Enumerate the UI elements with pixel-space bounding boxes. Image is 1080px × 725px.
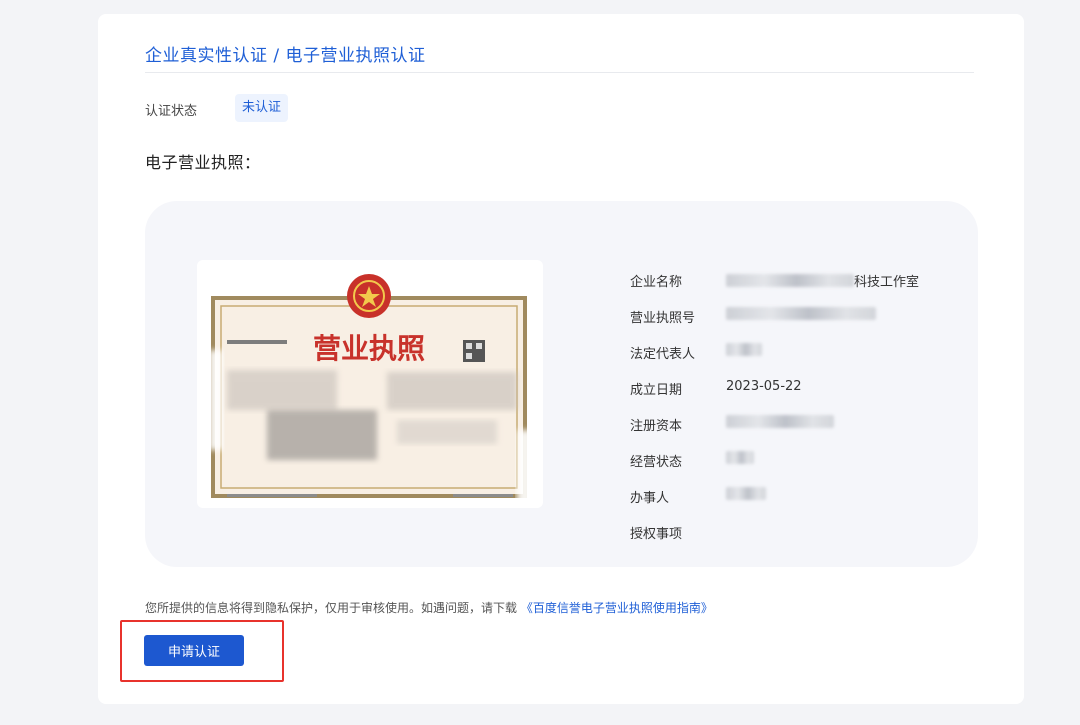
field-company-name: 企业名称 科技工作室 [630,271,950,307]
field-value [726,343,762,356]
field-value: 科技工作室 [726,271,919,290]
field-value-text: 科技工作室 [854,275,920,290]
guide-download-link[interactable]: 《百度信誉电子营业执照使用指南》 [521,601,713,615]
field-label: 法定代表人 [630,347,696,362]
field-label: 企业名称 [630,275,683,290]
field-authorized-items: 授权事项 [630,523,950,559]
field-legal-representative: 法定代表人 [630,343,950,379]
redacted-text [726,451,754,464]
field-label: 营业执照号 [630,311,696,326]
redacted-text [726,274,854,287]
field-value [726,487,766,500]
field-label: 经营状态 [630,455,683,470]
business-license-image: 营业执照 [197,260,543,508]
field-license-number: 营业执照号 [630,307,950,343]
field-registered-capital: 注册资本 [630,415,950,451]
field-label: 授权事项 [630,527,683,542]
redacted-text [726,487,766,500]
status-badge: 未认证 [235,94,289,122]
field-value [726,307,876,320]
field-business-status: 经营状态 [630,451,950,487]
business-license-graphic: 营业执照 [209,274,533,508]
divider [145,72,974,73]
redacted-text [726,415,834,428]
license-info-panel: 营业执照 企业名称 科技工作室 营业执照号 法定代表人 成立日期 2023-05… [145,201,978,567]
privacy-note: 您所提供的信息将得到隐私保护，仅用于审核使用。如遇问题，请下载 《百度信誉电子营… [145,599,713,616]
field-label: 注册资本 [630,419,683,434]
field-establish-date: 成立日期 2023-05-22 [630,379,950,415]
auth-card: 企业真实性认证 / 电子营业执照认证 认证状态 未认证 电子营业执照： 营业执照 [98,14,1024,704]
redacted-text [726,343,762,356]
field-value [726,415,834,428]
status-label: 认证状态 [145,104,198,119]
privacy-text: 您所提供的信息将得到隐私保护，仅用于审核使用。如遇问题，请下载 [145,601,518,615]
field-label: 成立日期 [630,383,683,398]
license-title: 营业执照 [313,332,425,365]
field-value [726,451,754,464]
apply-certification-button[interactable]: 申请认证 [144,635,244,666]
section-title: 电子营业执照： [145,153,261,172]
redacted-text [726,307,876,320]
breadcrumb: 企业真实性认证 / 电子营业执照认证 [145,46,426,66]
field-label: 办事人 [630,491,670,506]
license-fields: 企业名称 科技工作室 营业执照号 法定代表人 成立日期 2023-05-22 注… [630,271,950,559]
field-value: 2023-05-22 [726,379,802,394]
field-agent: 办事人 [630,487,950,523]
